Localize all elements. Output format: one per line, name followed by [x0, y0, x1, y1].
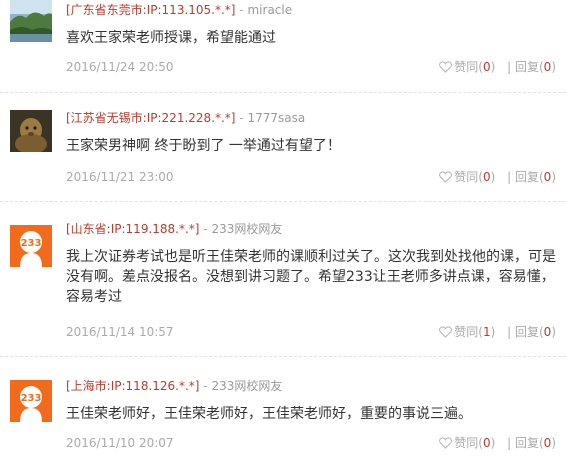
like-count: 1 — [482, 325, 491, 339]
reply-button[interactable]: 回复(0) — [515, 59, 556, 75]
reply-count: 0 — [543, 60, 552, 74]
comment-date: 2016/11/24 20:50 — [66, 60, 174, 74]
like-button[interactable]: 赞同(1) — [439, 324, 495, 340]
reply-label: 回复 — [514, 60, 539, 74]
reply-button[interactable]: 回复(0) — [515, 435, 556, 451]
heart-icon — [439, 437, 453, 449]
like-count: 0 — [482, 436, 491, 450]
like-label: 赞同 — [454, 325, 479, 339]
comment-meta: [广东省东莞市:IP:113.105.*.*] - miracle — [66, 2, 292, 18]
meta-separator: - — [239, 3, 244, 17]
meta-separator: - — [203, 379, 208, 393]
comment-meta: [山东省:IP:119.188.*.*] - 233网校网友 — [66, 221, 282, 237]
comment-divider — [0, 356, 566, 357]
comment-text: 王家荣男神啊 终于盼到了 一举通过有望了！ — [66, 138, 341, 154]
reply-count: 0 — [543, 170, 552, 184]
like-label: 赞同 — [454, 170, 479, 184]
avatar-text: 233 — [21, 238, 42, 249]
reply-count: 0 — [543, 325, 552, 339]
avatar[interactable] — [10, 0, 52, 42]
reply-label: 回复 — [514, 436, 539, 450]
comment-location: [广东省东莞市:IP:113.105.*.*] — [66, 3, 236, 17]
comment-username[interactable]: miracle — [247, 3, 292, 17]
comment-divider — [0, 92, 566, 93]
reply-count: 0 — [543, 436, 552, 450]
comment-actions: 赞同(0) | 回复(0) — [439, 59, 556, 75]
reply-label: 回复 — [514, 325, 539, 339]
like-label: 赞同 — [454, 60, 479, 74]
comment-meta: [江苏省无锡市:IP:221.228.*.*] - 1777sasa — [66, 110, 305, 126]
avatar-text: 233 — [21, 393, 42, 404]
comment-text: 我上次证券考试也是听王佳荣老师的课顺利过关了。这次我到处找他的课，可是没有啊。差… — [66, 249, 556, 305]
comment-text: 王佳荣老师好，王佳荣老师好，王佳荣老师好，重要的事说三遍。 — [66, 406, 472, 422]
comment-item: [广东省东莞市:IP:113.105.*.*] - miracle 喜欢王家荣老… — [0, 0, 566, 88]
like-button[interactable]: 赞同(0) — [439, 59, 495, 75]
comment-username[interactable]: 1777sasa — [247, 111, 305, 125]
avatar[interactable]: 233 — [10, 380, 52, 422]
comment-meta: [上海市:IP:118.126.*.*] - 233网校网友 — [66, 378, 282, 394]
comment-username[interactable]: 233网校网友 — [211, 222, 282, 236]
meta-separator: - — [203, 222, 208, 236]
like-button[interactable]: 赞同(0) — [439, 169, 495, 185]
like-count: 0 — [482, 170, 491, 184]
heart-icon — [439, 326, 453, 338]
comment-item: 233 [山东省:IP:119.188.*.*] - 233网校网友 我上次证券… — [0, 217, 566, 347]
comment-username[interactable]: 233网校网友 — [211, 379, 282, 393]
reply-button[interactable]: 回复(0) — [515, 324, 556, 340]
comment-location: [山东省:IP:119.188.*.*] — [66, 222, 200, 236]
comment-date: 2016/11/10 20:07 — [66, 436, 174, 450]
like-button[interactable]: 赞同(0) — [439, 435, 495, 451]
comment-text: 喜欢王家荣老师授课，希望能通过 — [66, 30, 276, 46]
reply-label: 回复 — [514, 170, 539, 184]
heart-icon — [439, 171, 453, 183]
avatar[interactable]: 233 — [10, 225, 52, 267]
comment-item: 233 [上海市:IP:118.126.*.*] - 233网校网友 王佳荣老师… — [0, 372, 566, 461]
comment-item: [江苏省无锡市:IP:221.228.*.*] - 1777sasa 王家荣男神… — [0, 108, 566, 196]
comment-divider — [0, 201, 566, 202]
comment-location: [上海市:IP:118.126.*.*] — [66, 379, 200, 393]
comment-actions: 赞同(0) | 回复(0) — [439, 435, 556, 451]
like-label: 赞同 — [454, 436, 479, 450]
comment-actions: 赞同(0) | 回复(0) — [439, 169, 556, 185]
comment-date: 2016/11/21 23:00 — [66, 170, 174, 184]
reply-button[interactable]: 回复(0) — [515, 169, 556, 185]
avatar[interactable] — [10, 110, 52, 152]
like-count: 0 — [482, 60, 491, 74]
meta-separator: - — [239, 111, 244, 125]
heart-icon — [439, 61, 453, 73]
comment-date: 2016/11/14 10:57 — [66, 325, 174, 339]
comment-actions: 赞同(1) | 回复(0) — [439, 324, 556, 340]
comment-location: [江苏省无锡市:IP:221.228.*.*] — [66, 111, 236, 125]
